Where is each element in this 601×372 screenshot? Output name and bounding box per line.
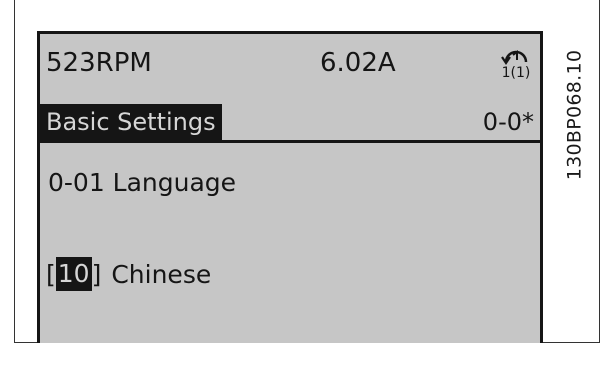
group-code: 0-0* [482,108,534,136]
svg-text:1(1): 1(1) [502,65,531,80]
parameter-group-row: Basic Settings 0-0* [40,104,540,143]
status-line: 523RPM 6.02A 1(1) [40,42,540,82]
value-index-cursor[interactable]: 10 [55,257,92,291]
parameter-label: 0-01 Language [48,168,237,197]
value-close-bracket: ] [91,259,102,289]
speed-readout: 523RPM [46,48,152,78]
value-name: Chinese [111,259,212,289]
reference-code-text: 130BP068.10 [563,49,586,181]
lcp-display: 523RPM 6.02A 1(1) Basic Settings 0-0* 0-… [37,31,543,343]
current-readout: 6.02A [320,48,396,78]
parameter-value[interactable]: [ 10 ] Chinese [46,257,211,291]
value-open-bracket: [ [46,259,56,289]
figure-reference-code: 130BP068.10 [554,25,594,205]
group-name: Basic Settings [40,104,222,140]
group-underline [40,140,540,143]
setup-1-icon: 1(1) [496,44,536,80]
